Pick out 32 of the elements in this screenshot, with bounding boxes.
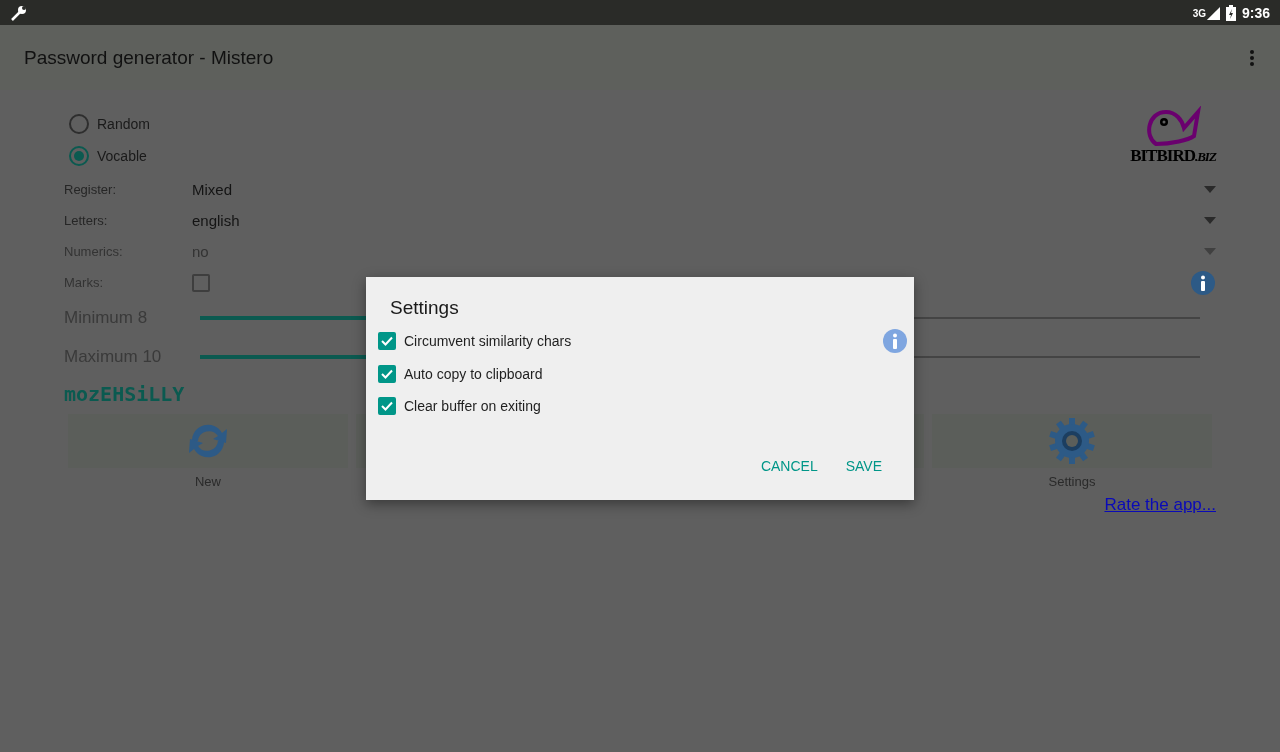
- checkbox[interactable]: [378, 364, 396, 383]
- network-type: 3G: [1192, 7, 1206, 19]
- option-label: Register:: [64, 182, 118, 197]
- dropdown-caret-icon: [1204, 248, 1216, 255]
- logo-text: BITBIRD.BIZ: [1130, 146, 1216, 166]
- dialog-button[interactable]: CANCEL: [752, 450, 826, 482]
- dialog-button[interactable]: SAVE: [837, 450, 890, 482]
- checkbox[interactable]: [378, 332, 396, 351]
- dropdown-value[interactable]: Mixed: [192, 181, 1204, 198]
- radio-button[interactable]: [69, 114, 89, 134]
- app-title: Password generator - Mistero: [24, 46, 274, 69]
- dialog-title: Settings: [390, 297, 460, 319]
- radio-label: Vocable: [97, 148, 147, 164]
- checkbox-label: Auto copy to clipboard: [404, 365, 543, 382]
- generated-password: mozEHSiLLY: [64, 382, 185, 406]
- option-label: Letters:: [64, 213, 109, 228]
- signal-icon: [1205, 5, 1220, 20]
- checkbox-label: Clear buffer on exiting: [404, 398, 541, 415]
- wrench-icon: [10, 3, 28, 22]
- gear-icon: [1048, 417, 1096, 465]
- rate-link[interactable]: Rate the app...: [1104, 495, 1216, 515]
- dropdown-value[interactable]: english: [192, 212, 1204, 229]
- info-icon[interactable]: [1190, 269, 1216, 296]
- status-time: 9:36: [1241, 4, 1270, 21]
- dropdown-caret-icon: [1204, 186, 1216, 193]
- battery-icon: [1225, 4, 1236, 21]
- more-vert-icon: [1250, 49, 1254, 66]
- radio-label: Random: [97, 116, 150, 132]
- checkbox[interactable]: [378, 397, 396, 416]
- checkbox-label: Circumvent similarity chars: [404, 333, 572, 350]
- radio-button[interactable]: [69, 146, 89, 166]
- dropdown-caret-icon: [1204, 217, 1216, 224]
